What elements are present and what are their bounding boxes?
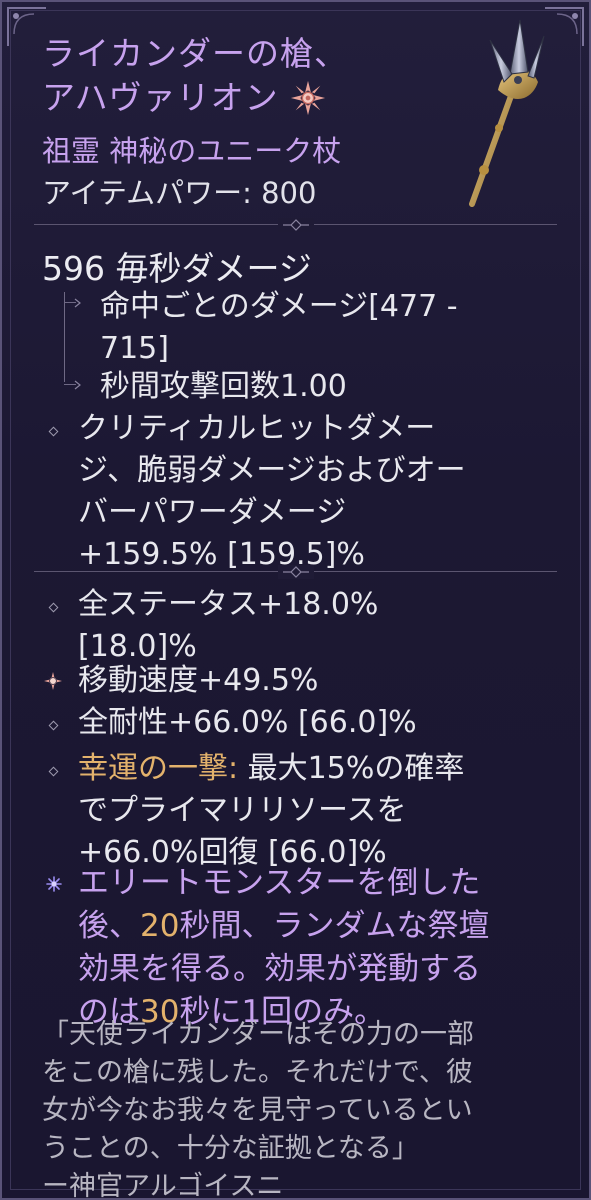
lucky-hit-label: 幸運の一撃: [78, 751, 239, 786]
affix-movement-speed: 移動速度+49.5% [78, 663, 319, 698]
section-divider [34, 218, 557, 232]
unique-power-duration: 20 [140, 908, 180, 944]
divider-knot-icon [277, 565, 314, 579]
section-divider [34, 565, 557, 579]
divider-knot-icon [277, 218, 314, 232]
tree-arrow-icon [74, 380, 81, 390]
diamond-bullet-icon [48, 602, 60, 614]
item-name: ライカンダーの槍、 アハヴァリオン [42, 32, 462, 120]
diamond-bullet-icon [48, 766, 60, 778]
affix-all-resist: 全耐性+66.0% [66.0]% [78, 705, 417, 740]
unique-power-line2-a: 後、 [78, 908, 140, 944]
damage-per-hit-line1: 命中ごとのダメージ[477 - [100, 289, 458, 324]
flavor-line2: をこの槍に残した。それだけで、彼 [42, 1057, 473, 1088]
lucky-hit-line1-rest: 最大15%の確率 [238, 751, 465, 786]
flavor-attribution: ー神官アルゴイスニ [42, 1171, 284, 1200]
item-name-line2: アハヴァリオン [42, 78, 279, 117]
greater-affix-star-icon [44, 672, 62, 690]
item-tooltip: ライカンダーの槍、 アハヴァリオン 祖霊 神秘のユニーク杖 アイテムパワー: 8… [0, 0, 591, 1200]
item-name-line2-row: アハヴァリオン [42, 76, 462, 120]
affix-lucky-hit-line2: でプライマリリソースを [78, 793, 407, 828]
damage-per-hit: 命中ごとのダメージ[477 - 715] [100, 286, 540, 370]
affix-all-stats-line1: 全ステータス+18.0% [78, 587, 379, 622]
implicit-line2: ジ、脆弱ダメージおよびオー [78, 453, 466, 488]
mythic-sun-icon [290, 80, 325, 116]
item-name-line1: ライカンダーの槍、 [42, 34, 348, 73]
flavor-line1: 「天使ライカンダーはその力の一部 [42, 1019, 474, 1050]
unique-power-line2-b: 秒間、ランダムな祭壇 [179, 908, 490, 944]
diamond-bullet-icon [48, 720, 60, 732]
diamond-bullet-icon [48, 426, 60, 438]
affix-all-stats: 全ステータス+18.0% [18.0]% [78, 584, 558, 668]
unique-power-star-icon [46, 876, 62, 892]
flavor-line4: うことの、十分な証拠となる」 [42, 1133, 419, 1164]
unique-power-line2: 後、20秒間、ランダムな祭壇 [78, 905, 558, 948]
item-type: 祖霊 神秘のユニーク杖 [42, 134, 342, 168]
implicit-line1: クリティカルヒットダメー [78, 411, 436, 446]
damage-per-second: 596 毎秒ダメージ [42, 249, 312, 288]
spear-staff-icon [469, 19, 545, 207]
implicit-line3: バーパワーダメージ [78, 495, 347, 530]
unique-power-line3: 効果を得る。効果が発動する [78, 951, 481, 987]
unique-power-line1: エリートモンスターを倒した [78, 865, 481, 901]
tree-arrow-icon [74, 298, 81, 308]
item-power: アイテムパワー: 800 [42, 176, 317, 210]
flavor-text: 「天使ライカンダーはその力の一部 をこの槍に残した。それだけで、彼 女が今なお我… [42, 1016, 562, 1200]
damage-per-hit-line2: 715] [100, 331, 169, 366]
attacks-per-second: 秒間攻撃回数1.00 [100, 369, 347, 404]
flavor-line3: 女が今なお我々を見守っているとい [42, 1095, 473, 1126]
implicit-crit-damage: クリティカルヒットダメー ジ、脆弱ダメージおよびオー バーパワーダメージ +15… [78, 408, 558, 576]
unique-power-text: エリートモンスターを倒した 後、20秒間、ランダムな祭壇 効果を得る。効果が発動… [78, 862, 558, 1034]
affix-lucky-hit: 幸運の一撃: 最大15%の確率 でプライマリリソースを +66.0%回復 [66… [78, 748, 558, 874]
affix-lucky-hit-line1: 幸運の一撃: 最大15%の確率 [78, 748, 558, 790]
